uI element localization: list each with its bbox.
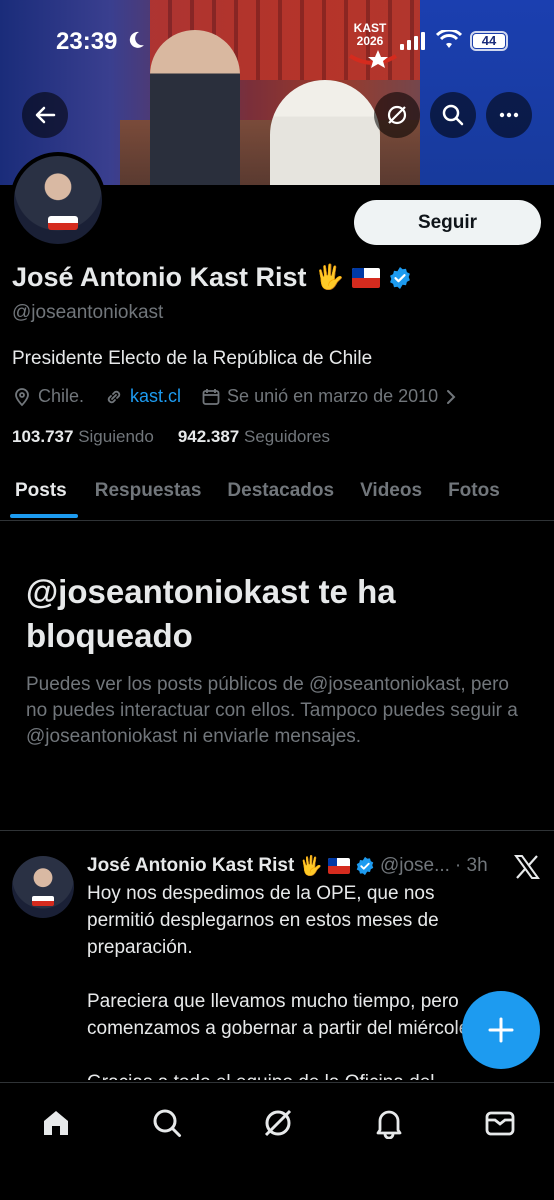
follow-button[interactable]: Seguir — [354, 200, 541, 245]
chile-flag-icon — [352, 267, 381, 288]
tab-fotos[interactable]: Fotos — [435, 465, 513, 517]
blocked-title: @joseantoniokast te ha bloqueado — [26, 573, 396, 654]
back-arrow-icon — [35, 106, 56, 124]
divider — [0, 830, 554, 831]
search-icon — [442, 104, 464, 126]
notifications-icon — [376, 1110, 402, 1139]
status-time: 23:39 — [56, 28, 118, 55]
moon-icon — [129, 31, 144, 48]
plus-icon — [488, 1017, 514, 1043]
post-verified-badge-icon — [356, 856, 374, 876]
search-button[interactable] — [430, 92, 476, 138]
post-author[interactable]: José Antonio Kast Rist — [87, 855, 294, 877]
verified-badge-icon[interactable] — [388, 266, 412, 290]
calendar-icon — [202, 388, 220, 405]
post-hand-emoji: 🖐 — [299, 856, 323, 877]
post-chile-flag-icon — [327, 858, 350, 874]
link-icon — [107, 390, 121, 403]
nav-grok[interactable] — [258, 1103, 298, 1143]
grok-button[interactable] — [374, 92, 420, 138]
profile-name: José Antonio Kast Rist — [12, 262, 307, 292]
status-bar: 23:39 KAST 2026 44 — [0, 0, 554, 80]
followers-count: 942.387 — [177, 427, 240, 446]
banner-person-right — [270, 80, 380, 185]
tab-respuestas[interactable]: Respuestas — [82, 465, 215, 517]
bottom-navigation — [0, 1082, 554, 1200]
hand-emoji: 🖐 — [314, 264, 345, 291]
tab-destacados[interactable]: Destacados — [214, 465, 347, 517]
profile-meta: Chile. kast.cl Se unió en marzo de 2010 — [12, 386, 458, 407]
post-header: José Antonio Kast Rist 🖐 @jose... · 3h — [87, 854, 488, 878]
compose-post-button[interactable] — [462, 991, 540, 1069]
profile-tabs: Posts Respuestas Destacados Videos Fotos — [0, 465, 554, 521]
more-icon — [499, 112, 519, 118]
profile-joined: Se unió en marzo de 2010 — [227, 386, 439, 406]
profile-counts: 103.737 Siguiendo 942.387 Seguidores — [12, 427, 330, 447]
home-icon — [44, 1111, 68, 1135]
profile-website-link[interactable]: kast.cl — [130, 386, 181, 407]
battery-level: 44 — [473, 34, 505, 48]
nav-search[interactable] — [147, 1103, 187, 1143]
followers-link[interactable]: 942.387 Seguidores — [178, 427, 330, 447]
profile-bio: Presidente Electo de la República de Chi… — [12, 348, 373, 369]
nav-notifications[interactable] — [369, 1103, 409, 1143]
tab-videos[interactable]: Videos — [347, 465, 435, 517]
more-button[interactable] — [486, 92, 532, 138]
tab-videos-label: Videos — [360, 480, 423, 501]
post-handle: @jose... — [379, 855, 450, 876]
avatar-flag-pin — [48, 216, 78, 230]
post-text: Hoy nos despedimos de la OPE, que nos pe… — [87, 883, 485, 1080]
wifi-icon — [436, 30, 462, 48]
following-count: 103.737 — [12, 427, 74, 446]
profile-name-row: José Antonio Kast Rist 🖐 — [12, 262, 412, 293]
blocked-message: Puedes ver los posts públicos de @josean… — [26, 674, 518, 747]
post-avatar-flag-pin — [32, 896, 54, 906]
signal-icon — [400, 32, 425, 50]
profile-handle: @joseantoniokast — [12, 302, 164, 323]
tab-destacados-label: Destacados — [227, 480, 335, 501]
messages-icon — [485, 1111, 515, 1136]
nav-messages[interactable] — [480, 1103, 520, 1143]
grok-icon — [264, 1109, 292, 1137]
battery-icon: 44 — [470, 31, 508, 51]
grok-icon — [387, 105, 407, 125]
following-link[interactable]: 103.737 Siguiendo — [12, 427, 154, 447]
following-label: Siguiendo — [78, 427, 154, 446]
profile-avatar[interactable] — [10, 152, 106, 248]
tab-posts[interactable]: Posts — [0, 465, 82, 518]
tab-posts-label: Posts — [15, 480, 67, 501]
kast-2026-logo: KAST 2026 — [348, 22, 400, 72]
tab-active-indicator — [10, 514, 78, 518]
tab-respuestas-label: Respuestas — [94, 480, 202, 501]
tab-fotos-label: Fotos — [448, 480, 500, 501]
x-logo-icon — [514, 855, 540, 879]
search-icon — [153, 1109, 181, 1137]
profile-location: Chile. — [38, 386, 85, 406]
post-avatar[interactable] — [12, 856, 74, 918]
chevron-right-icon[interactable] — [444, 388, 458, 406]
back-button[interactable] — [22, 92, 68, 138]
nav-home[interactable] — [36, 1103, 76, 1143]
location-icon — [15, 387, 29, 406]
followers-label: Seguidores — [244, 427, 331, 446]
post-time: · 3h — [454, 855, 488, 876]
